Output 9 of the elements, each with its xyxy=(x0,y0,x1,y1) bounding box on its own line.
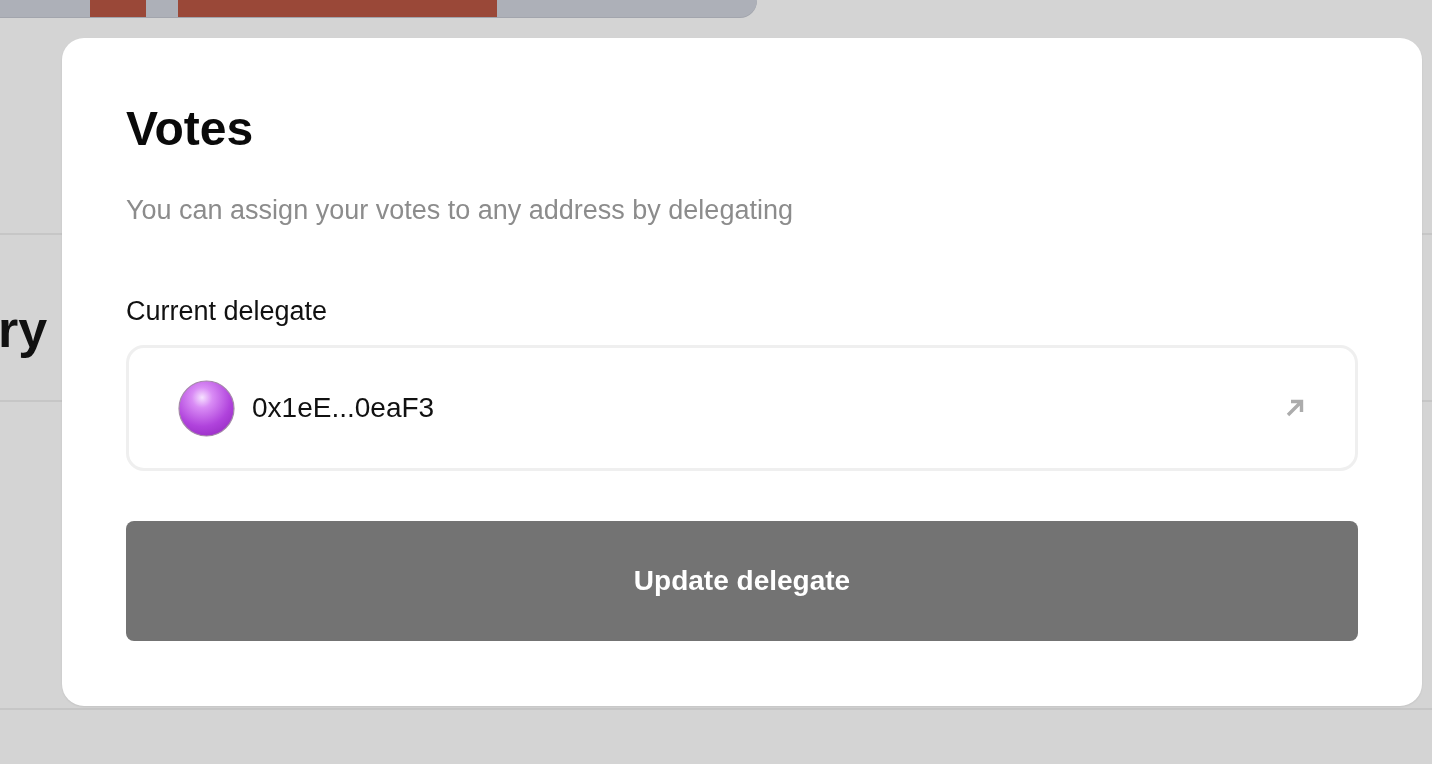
arrow-up-right-icon xyxy=(1285,398,1305,418)
delegate-label: Current delegate xyxy=(126,295,328,327)
update-delegate-button[interactable]: Update delegate xyxy=(126,521,1358,641)
avatar-icon xyxy=(178,379,235,437)
dialog-title: Votes xyxy=(126,101,254,157)
bar-segment xyxy=(90,0,146,17)
delegate-address: 0x1eE...0eaF3 xyxy=(252,391,435,425)
delegate-card[interactable]: 0x1eE...0eaF3 xyxy=(126,345,1358,471)
dialog-description: You can assign your votes to any address by delegating xyxy=(126,194,793,226)
